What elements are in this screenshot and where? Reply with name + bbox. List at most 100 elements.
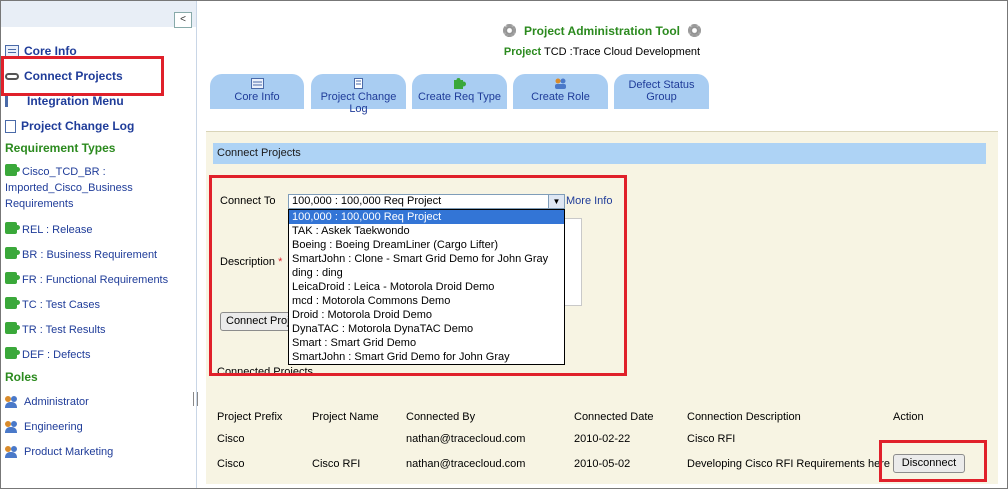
screen-icon <box>250 78 264 89</box>
project-label: Project <box>503 46 542 58</box>
sidebar-req-fr[interactable]: FR : Functional Requirements <box>5 272 168 288</box>
document-icon <box>5 119 16 133</box>
gear-icon <box>688 24 701 37</box>
sidebar-role-product-marketing[interactable]: Product Marketing <box>5 445 113 458</box>
sidebar-item-project-change-log[interactable]: Project Change Log <box>5 119 134 133</box>
collapse-sidebar-button[interactable]: < <box>174 12 192 28</box>
gear-icon <box>502 24 516 37</box>
req-type-label: BR : Business Requirement <box>22 249 158 261</box>
page-title-text: Project Administration Tool <box>523 24 680 38</box>
sidebar-req-tc[interactable]: TC : Test Cases <box>5 297 100 313</box>
connect-to-select[interactable]: 100,000 : 100,000 Req Project ▼ <box>288 194 565 209</box>
cell-project-prefix: Cisco <box>217 433 245 445</box>
tab-project-change-log[interactable]: Project Change Log <box>311 74 406 115</box>
tab-core-info[interactable]: Core Info <box>210 74 304 109</box>
sidebar-req-cisco-tcd-br[interactable]: Cisco_TCD_BR : Imported_Cisco_Business R… <box>5 164 133 212</box>
column-header: Connection Description <box>687 411 801 423</box>
connect-to-dropdown-list[interactable]: 100,000 : 100,000 Req Project TAK : Aske… <box>288 209 565 365</box>
tab-label: Create Req Type <box>418 91 501 103</box>
dropdown-option[interactable]: mcd : Motorola Commons Demo <box>289 294 564 308</box>
puzzle-icon <box>5 347 20 359</box>
req-type-label: DEF : Defects <box>22 349 91 361</box>
puzzle-icon <box>5 247 20 259</box>
sidebar-item-label: Project Change Log <box>21 119 135 133</box>
dropdown-option[interactable]: LeicaDroid : Leica - Motorola Droid Demo <box>289 280 564 294</box>
disconnect-button[interactable]: Disconnect <box>893 454 965 473</box>
puzzle-icon <box>5 222 20 234</box>
column-header: Connected By <box>406 411 476 423</box>
cell-connected-date: 2010-05-02 <box>574 458 631 470</box>
required-mark: * <box>278 256 283 268</box>
dropdown-option[interactable]: SmartJohn : Smart Grid Demo for John Gra… <box>289 350 564 364</box>
puzzle-icon <box>454 78 466 89</box>
tab-label: Create Role <box>531 91 590 103</box>
menu-icon <box>5 95 22 107</box>
connect-to-selected-value: 100,000 : 100,000 Req Project <box>292 195 442 207</box>
cell-connected-by: nathan@tracecloud.com <box>406 458 526 470</box>
cell-connection-description: Cisco RFI <box>687 433 736 445</box>
puzzle-icon <box>5 272 20 284</box>
role-label: Product Marketing <box>24 445 114 458</box>
sidebar-role-administrator[interactable]: Administrator <box>5 395 89 408</box>
tab-label: Defect Status <box>628 79 695 91</box>
sidebar-req-br[interactable]: BR : Business Requirement <box>5 247 157 263</box>
people-icon <box>5 395 19 408</box>
cell-project-prefix: Cisco <box>217 458 245 470</box>
description-label: Description * <box>220 256 282 268</box>
sidebar-item-connect-projects[interactable]: Connect Projects <box>5 69 123 83</box>
column-header: Action <box>893 411 924 423</box>
sidebar-req-tr[interactable]: TR : Test Results <box>5 322 106 338</box>
req-type-label: TC : Test Cases <box>22 299 101 311</box>
more-info-link[interactable]: More Info <box>566 195 612 207</box>
description-label-text: Description <box>220 256 276 268</box>
cell-connection-description: Developing Cisco RFI Requirements here <box>687 458 890 470</box>
tab-label: Project Change Log <box>320 91 397 115</box>
dropdown-option[interactable]: Boeing : Boeing DreamLiner (Cargo Lifter… <box>289 238 564 252</box>
sidebar-item-label: Core Info <box>24 44 77 58</box>
dropdown-option[interactable]: 100,000 : 100,000 Req Project <box>289 210 564 224</box>
connect-to-label: Connect To <box>220 195 276 207</box>
puzzle-icon <box>5 322 20 334</box>
chevron-down-icon[interactable]: ▼ <box>548 195 564 208</box>
sidebar-item-core-info[interactable]: Core Info <box>5 44 77 58</box>
project-subtitle: Project TCD :Trace Cloud Development <box>198 46 1006 58</box>
roles-heading: Roles <box>5 370 38 384</box>
cell-connected-date: 2010-02-22 <box>574 433 631 445</box>
dropdown-option[interactable]: Smart : Smart Grid Demo <box>289 336 564 350</box>
role-label: Administrator <box>24 395 89 408</box>
dropdown-option[interactable]: SmartJohn : Clone - Smart Grid Demo for … <box>289 252 564 266</box>
sidebar-item-label: Connect Projects <box>24 69 123 83</box>
column-header: Project Prefix <box>217 411 283 423</box>
people-icon <box>555 78 566 89</box>
sidebar-req-def[interactable]: DEF : Defects <box>5 347 90 363</box>
puzzle-icon <box>5 297 20 309</box>
sidebar-item-label: Integration Menu <box>27 94 124 108</box>
role-label: Engineering <box>24 420 83 433</box>
req-type-label: REL : Release <box>22 224 93 236</box>
tab-defect-status-group[interactable]: Defect Status Group <box>614 74 709 109</box>
req-type-label: Cisco_TCD_BR : <box>22 166 106 178</box>
sidebar-role-engineering[interactable]: Engineering <box>5 420 83 433</box>
sidebar-top-bar: < <box>1 1 196 28</box>
column-header: Project Name <box>312 411 379 423</box>
section-header: Connect Projects <box>213 143 986 164</box>
dropdown-option[interactable]: ding : ding <box>289 266 564 280</box>
dropdown-option[interactable]: TAK : Askek Taekwondo <box>289 224 564 238</box>
tab-create-req-type[interactable]: Create Req Type <box>412 74 507 109</box>
tab-create-role[interactable]: Create Role <box>513 74 608 109</box>
req-type-label: Requirements <box>5 198 74 210</box>
cell-project-name: Cisco RFI <box>312 458 361 470</box>
document-icon <box>354 78 363 89</box>
page-title: Project Administration Tool <box>198 24 1006 38</box>
people-icon <box>5 420 19 433</box>
sidebar-item-integration-menu[interactable]: Integration Menu <box>5 94 124 108</box>
requirement-types-heading: Requirement Types <box>5 141 116 155</box>
dropdown-option[interactable]: DynaTAC : Motorola DynaTAC Demo <box>289 322 564 336</box>
people-icon <box>5 445 19 458</box>
chain-icon <box>5 72 19 80</box>
dropdown-option[interactable]: Droid : Motorola Droid Demo <box>289 308 564 322</box>
tab-label: Group <box>646 91 677 103</box>
sidebar-req-rel[interactable]: REL : Release <box>5 222 93 238</box>
project-value: TCD :Trace Cloud Development <box>544 46 701 58</box>
screen-icon <box>5 45 19 57</box>
